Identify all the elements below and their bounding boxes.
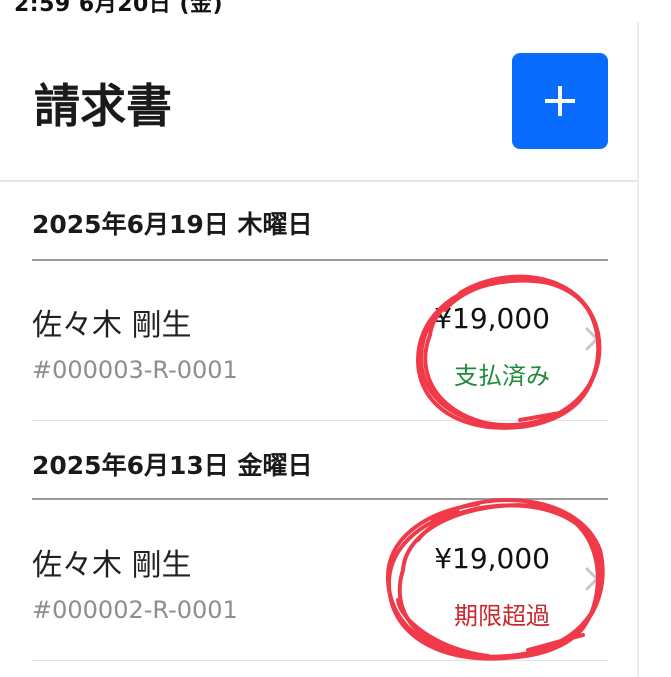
invoice-number: #000002-R-0001 [32, 596, 238, 624]
customer-name: 佐々木 剛生 [32, 308, 192, 343]
invoice-amount: ¥19,000 [434, 542, 550, 575]
row-divider [32, 420, 608, 421]
status-bar: 2:59 6月20日 (金) [14, 0, 224, 17]
status-badge: 支払済み [454, 362, 550, 390]
add-invoice-button[interactable] [512, 53, 608, 149]
header-divider [0, 180, 637, 182]
invoice-amount: ¥19,000 [434, 302, 550, 335]
section-date-header: 2025年6月19日 木曜日 [32, 210, 313, 239]
section-divider [32, 498, 608, 500]
panel-edge [637, 22, 639, 677]
invoice-number: #000003-R-0001 [32, 356, 238, 384]
invoice-row[interactable]: 佐々木 剛生 #000003-R-0001 ¥19,000 支払済み [0, 262, 637, 420]
section-date-header: 2025年6月13日 金曜日 [32, 451, 313, 480]
invoice-row[interactable]: 佐々木 剛生 #000002-R-0001 ¥19,000 期限超過 [0, 502, 637, 660]
section-divider [32, 259, 608, 261]
status-badge: 期限超過 [454, 602, 550, 630]
row-divider [32, 660, 608, 661]
customer-name: 佐々木 剛生 [32, 548, 192, 583]
page-title: 請求書 [34, 79, 172, 133]
chevron-right-icon [585, 567, 599, 591]
chevron-right-icon [585, 327, 599, 351]
